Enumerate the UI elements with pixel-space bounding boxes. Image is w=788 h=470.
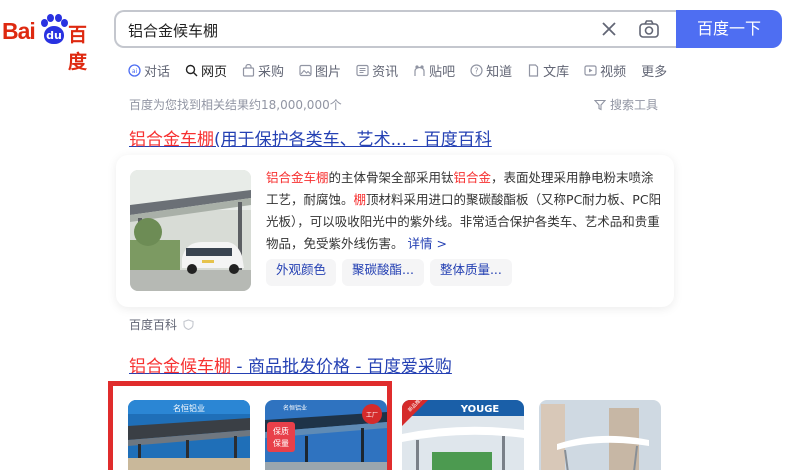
- tab-zhidao[interactable]: ? 知道: [470, 59, 512, 81]
- search-box[interactable]: [114, 10, 680, 48]
- subtopic-chips: 外观颜色 聚碳酸酯... 整体质量...: [266, 259, 512, 286]
- desc-highlight: 铝合金车棚: [266, 170, 329, 185]
- search-icon: [185, 64, 198, 76]
- tab-web[interactable]: 网页: [185, 59, 227, 81]
- tab-purchase[interactable]: 采购: [242, 59, 284, 81]
- shopping-icon: [242, 63, 255, 77]
- product-image[interactable]: YOUGE 新品推荐: [402, 400, 524, 470]
- annotation-highlight-box: [108, 381, 392, 470]
- question-icon: ?: [470, 63, 483, 77]
- title-highlight: 铝合金候车棚: [129, 357, 231, 377]
- result-title[interactable]: 铝合金候车棚 - 商品批发价格 - 百度爱采购: [129, 352, 452, 377]
- logo-chinese: 百度: [68, 24, 87, 73]
- desc-highlight: 铝合金: [453, 170, 492, 185]
- image-icon: [299, 64, 312, 76]
- tab-images[interactable]: 图片: [299, 59, 341, 81]
- paw-icon: du: [39, 14, 69, 46]
- tab-news[interactable]: 资讯: [356, 59, 398, 81]
- result-source: 百度百科: [129, 316, 194, 333]
- tab-label: 贴吧: [429, 64, 456, 80]
- search-tools-label: 搜索工具: [610, 98, 659, 112]
- chip-appearance-color[interactable]: 外观颜色: [266, 259, 337, 286]
- tab-label: 图片: [315, 64, 342, 80]
- tab-label: 资讯: [372, 64, 399, 80]
- result-card: 铝合金车棚的主体骨架全部采用钛铝合金，表面处理采用静电粉末喷涂工艺，耐腐蚀。棚顶…: [116, 155, 674, 307]
- tab-label: 对话: [144, 64, 171, 80]
- search-input[interactable]: [128, 18, 568, 42]
- tab-label: 知道: [486, 64, 513, 80]
- tab-label: 网页: [201, 64, 228, 80]
- desc-text: 的主体骨架全部采用钛: [328, 170, 454, 185]
- tab-label: 文库: [543, 64, 570, 80]
- title-text: (用于保护各类车、艺术... - 百度百科: [214, 130, 492, 150]
- product-image[interactable]: [539, 400, 661, 470]
- news-icon: [356, 64, 369, 76]
- tab-video[interactable]: 视频: [584, 59, 626, 81]
- result-description: 铝合金车棚的主体骨架全部采用钛铝合金，表面处理采用静电粉末喷涂工艺，耐腐蚀。棚顶…: [266, 167, 664, 255]
- source-name: 百度百科: [129, 318, 178, 332]
- video-icon: [584, 64, 597, 76]
- tab-chat[interactable]: ai 对话: [128, 59, 170, 81]
- chip-polycarbonate[interactable]: 聚碳酸酯...: [342, 259, 424, 286]
- result-title[interactable]: 铝合金车棚(用于保护各类车、艺术... - 百度百科: [129, 125, 492, 150]
- chip-overall-quality[interactable]: 整体质量...: [429, 259, 512, 286]
- desc-highlight: 棚: [353, 192, 367, 207]
- document-icon: [529, 63, 539, 77]
- tab-more[interactable]: 更多: [641, 59, 667, 81]
- camera-icon[interactable]: [638, 19, 660, 39]
- product-banner: YOUGE: [460, 404, 500, 415]
- search-tabs: ai 对话 网页 采购 图片 资讯 贴吧 ? 知道 文库 视频 更多: [128, 59, 667, 81]
- tab-label: 采购: [258, 64, 285, 80]
- svg-text:ai: ai: [132, 68, 138, 75]
- result-count: 百度为您找到相关结果约18,000,000个: [129, 98, 342, 112]
- filter-icon: [594, 99, 606, 110]
- svg-text:?: ?: [474, 66, 478, 75]
- title-highlight: 铝合金: [129, 130, 180, 150]
- ai-chat-icon: ai: [128, 63, 141, 77]
- carport-thumbnail[interactable]: [130, 170, 251, 291]
- logo-latin: Bai: [2, 18, 36, 44]
- logo-du: du: [44, 26, 64, 44]
- tab-label: 视频: [600, 64, 627, 80]
- title-highlight: 车棚: [180, 130, 214, 150]
- title-text: - 商品批发价格 - 百度爱采购: [231, 357, 452, 377]
- tab-label: 更多: [641, 64, 668, 80]
- shield-icon: [183, 319, 194, 330]
- tab-tieba[interactable]: 贴吧: [413, 59, 455, 81]
- search-button[interactable]: 百度一下: [676, 10, 782, 48]
- tab-wenku[interactable]: 文库: [527, 59, 569, 81]
- tieba-icon: [414, 64, 425, 76]
- baidu-logo[interactable]: Bai du 百度: [2, 14, 102, 73]
- search-tools[interactable]: 搜索工具: [594, 96, 658, 113]
- details-link[interactable]: 详情 >: [408, 236, 447, 251]
- close-icon[interactable]: [600, 20, 618, 38]
